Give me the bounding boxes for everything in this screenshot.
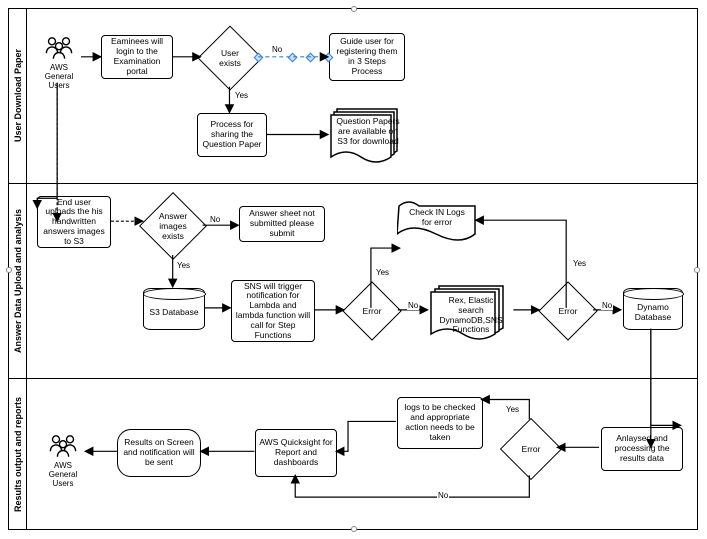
- edge-no: No: [407, 301, 419, 310]
- node-logs-action[interactable]: logs to be checked and appropriate actio…: [397, 397, 483, 449]
- decision-error-3[interactable]: Error: [509, 427, 553, 471]
- decision-error-1[interactable]: Error: [351, 290, 393, 332]
- lane-label-1: User Download Paper: [9, 9, 27, 183]
- node-sns-lambda[interactable]: SNS will trigger notification for Lambda…: [231, 280, 315, 342]
- node-rex-stack[interactable]: Rex, Elastic search DynamoDB,SNS Functio…: [429, 284, 515, 340]
- swimlane-user-download: User Download Paper AWS General Users Ea…: [9, 9, 697, 184]
- selection-handle[interactable]: [288, 53, 298, 63]
- lane-label-3: Results output and reports: [9, 379, 27, 530]
- edge-yes: Yes: [505, 405, 520, 414]
- node-dynamo[interactable]: Dynamo Database: [623, 288, 683, 330]
- swimlane-results: Results output and reports AWS General U…: [9, 379, 697, 530]
- node-quicksight[interactable]: AWS Quicksight for Report and dashboards: [255, 429, 337, 477]
- actor-label: AWS General Users: [37, 63, 81, 90]
- edge-yes: Yes: [176, 261, 191, 270]
- node-check-logs[interactable]: Check IN Logs for error: [397, 200, 477, 242]
- node-login[interactable]: Eaminees will login to the Examination p…: [101, 35, 173, 79]
- edge-yes: Yes: [572, 259, 587, 268]
- decision-user-exists[interactable]: User exists: [207, 35, 253, 81]
- node-upload[interactable]: End user uploads the his handwritten ans…: [37, 196, 111, 248]
- edge-no: No: [209, 215, 221, 224]
- users-icon: [42, 35, 76, 63]
- decision-answer-exists[interactable]: Answer images exists: [149, 202, 197, 250]
- actor-label: AWS General Users: [41, 461, 85, 488]
- actor-aws-users-top: AWS General Users: [37, 35, 81, 90]
- edge-yes: Yes: [234, 91, 249, 100]
- node-papers-s3[interactable]: Question Papers are available on S3 for …: [329, 107, 409, 163]
- swimlane-answer-upload: Answer Data Upload and analysis End user…: [9, 184, 697, 379]
- actor-aws-users-bottom: AWS General Users: [41, 433, 85, 488]
- node-analysed[interactable]: Anlaysed and processing the results data: [601, 427, 683, 471]
- lane-label-2: Answer Data Upload and analysis: [9, 184, 27, 378]
- decision-error-2[interactable]: Error: [547, 290, 589, 332]
- node-guide[interactable]: Guide user for registering them in 3 Ste…: [329, 33, 405, 81]
- users-icon: [46, 433, 80, 461]
- node-s3-database[interactable]: S3 Database: [143, 288, 205, 330]
- diagram-frame: User Download Paper AWS General Users Ea…: [8, 8, 698, 530]
- node-not-submitted[interactable]: Answer sheet not submitted please submit: [239, 206, 325, 242]
- selection-handle[interactable]: [306, 53, 316, 63]
- node-results-screen[interactable]: Results on Screen and notification will …: [117, 429, 201, 477]
- edge-no: No: [271, 45, 283, 54]
- node-process-share[interactable]: Process for sharing the Question Paper: [197, 113, 267, 157]
- edge-no: No: [601, 301, 613, 310]
- edge-yes: Yes: [375, 268, 390, 277]
- edge-no: No: [437, 491, 449, 500]
